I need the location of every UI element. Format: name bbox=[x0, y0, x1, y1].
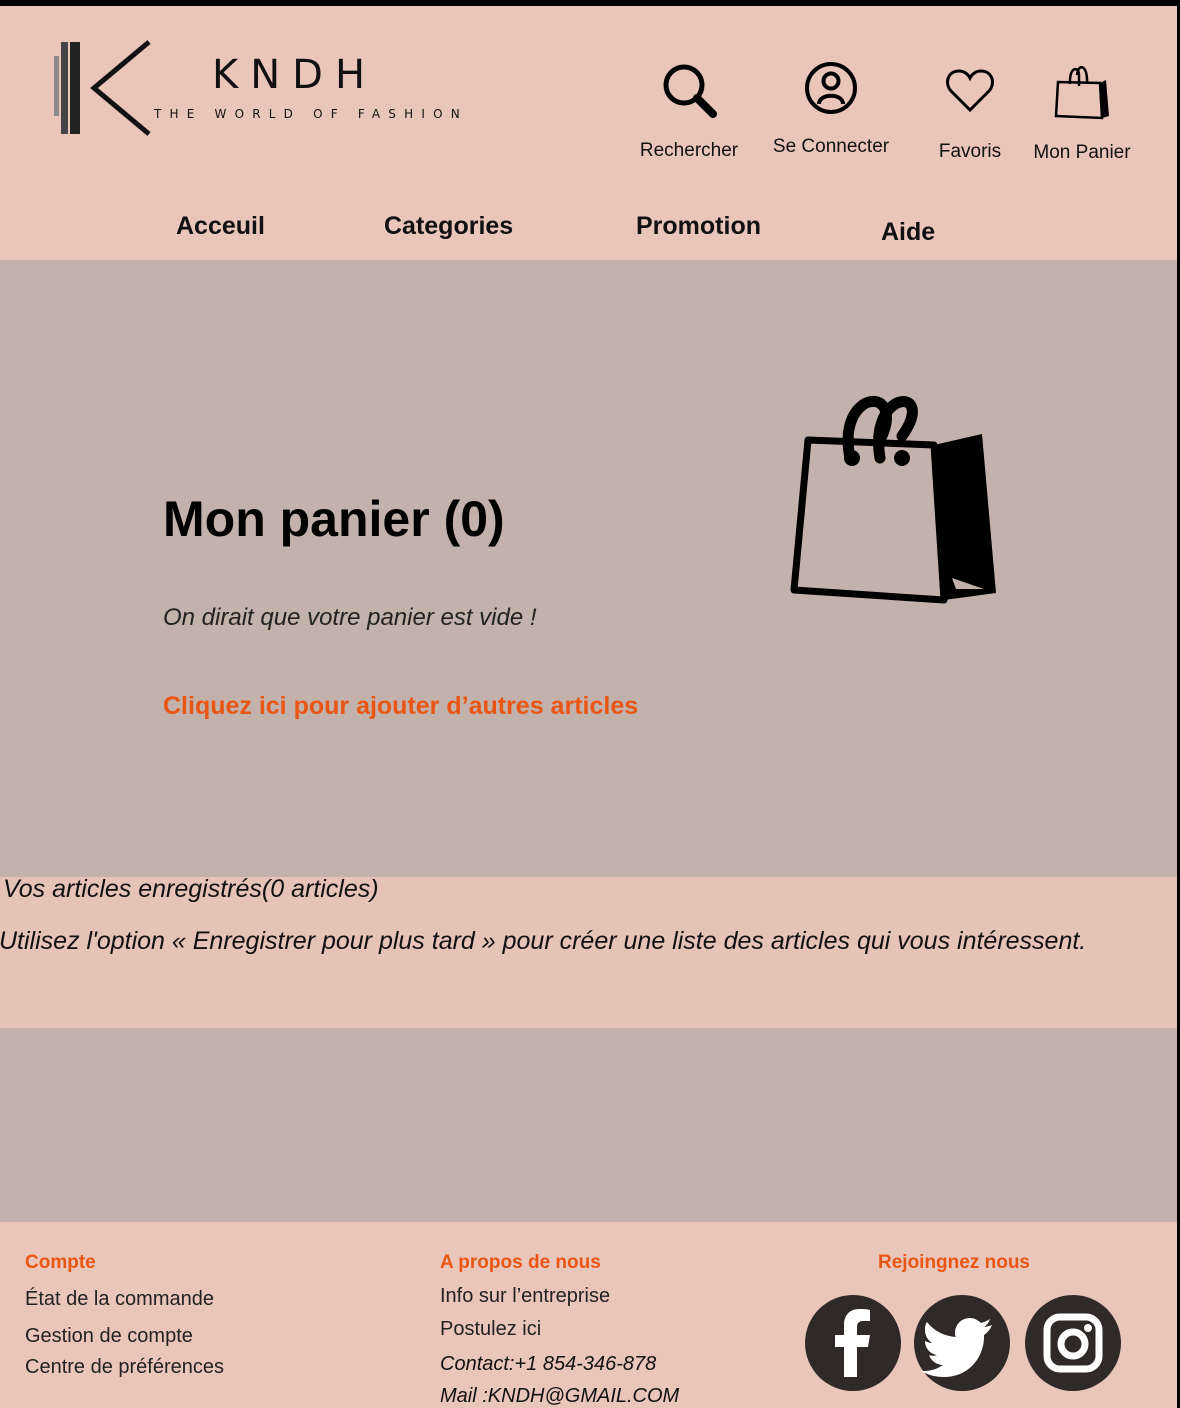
facebook-icon bbox=[835, 1309, 870, 1377]
saved-items-title: Vos articles enregistrés(0 articles) bbox=[3, 875, 379, 903]
favorites-label: Favoris bbox=[938, 141, 1002, 162]
shopping-bag-icon bbox=[1054, 66, 1109, 120]
nav-categories[interactable]: Categories bbox=[384, 212, 513, 241]
footer-link-company-info[interactable]: Info sur l’entreprise bbox=[440, 1285, 610, 1308]
shopping-bag-icon bbox=[790, 395, 996, 604]
footer-social-heading: Rejoingnez nous bbox=[878, 1252, 1030, 1273]
add-articles-link[interactable]: Cliquez ici pour ajouter d’autres articl… bbox=[163, 692, 638, 721]
nav-help[interactable]: Aide bbox=[881, 218, 935, 247]
twitter-button[interactable] bbox=[914, 1295, 1010, 1391]
footer-link-account-management[interactable]: Gestion de compte bbox=[25, 1325, 193, 1348]
search-button[interactable]: Rechercher bbox=[630, 62, 748, 162]
footer-about-heading: A propos de nous bbox=[440, 1252, 601, 1273]
footer-link-preferences[interactable]: Centre de préférences bbox=[25, 1356, 224, 1379]
nav-promotion[interactable]: Promotion bbox=[636, 212, 761, 241]
empty-cart-message: On dirait que votre panier est vide ! bbox=[163, 604, 537, 631]
twitter-icon bbox=[921, 1318, 992, 1377]
footer-link-apply[interactable]: Postulez ici bbox=[440, 1318, 541, 1341]
site-header: KNDH THE WORLD OF FASHION Rechercher Se … bbox=[0, 6, 1177, 260]
nav-home[interactable]: Acceuil bbox=[176, 212, 265, 241]
search-label: Rechercher bbox=[639, 140, 739, 161]
footer-mail: Mail :KNDH@GMAIL.COM bbox=[440, 1385, 680, 1407]
footer-contact: Contact:+1 854-346-878 bbox=[440, 1353, 657, 1375]
footer-account-heading: Compte bbox=[25, 1252, 96, 1273]
search-icon bbox=[663, 64, 717, 118]
saved-items-description: Utilisez l'option « Enregistrer pour plu… bbox=[0, 927, 1087, 955]
cart-button[interactable]: Mon Panier bbox=[1022, 60, 1142, 164]
login-label: Se Connecter bbox=[772, 136, 890, 157]
brand-name: KNDH bbox=[212, 52, 378, 98]
instagram-icon bbox=[1043, 1313, 1103, 1373]
spacer-band bbox=[0, 1028, 1177, 1222]
cart-label: Mon Panier bbox=[1033, 142, 1131, 163]
user-icon bbox=[805, 62, 857, 114]
facebook-button[interactable] bbox=[805, 1295, 901, 1391]
heart-icon bbox=[946, 69, 994, 113]
favorites-button[interactable]: Favoris bbox=[925, 66, 1015, 163]
login-button[interactable]: Se Connecter bbox=[760, 60, 902, 158]
cart-title: Mon panier (0) bbox=[163, 491, 505, 547]
footer-link-order-status[interactable]: État de la commande bbox=[25, 1288, 214, 1311]
instagram-button[interactable] bbox=[1025, 1295, 1121, 1391]
brand-tagline: THE WORLD OF FASHION bbox=[154, 107, 468, 121]
